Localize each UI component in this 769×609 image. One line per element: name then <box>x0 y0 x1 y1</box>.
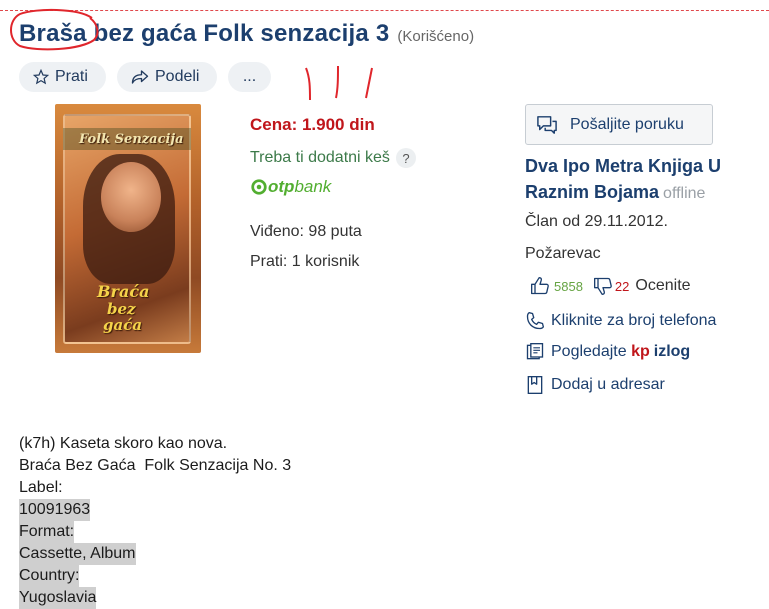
share-label: Podeli <box>155 68 200 85</box>
annotation-circle <box>10 8 99 51</box>
bookmark-icon <box>527 376 543 394</box>
follow-label: Prati <box>55 68 88 85</box>
share-icon <box>131 70 149 84</box>
otp-bank-logo[interactable]: otp bank <box>250 177 331 197</box>
positive-count[interactable]: 5858 <box>554 279 583 294</box>
share-button[interactable]: Podeli <box>117 62 217 92</box>
address-book-link[interactable]: Dodaj u adresar <box>525 375 665 395</box>
condition-badge: (Korišćeno) <box>397 28 475 45</box>
cash-link[interactable]: Treba ti dodatni keš <box>250 149 390 167</box>
seller-block: Dva Ipo Metra Knjiga U Raznim Bojama offl… <box>525 153 755 207</box>
cover-text-3: gaća <box>103 316 143 334</box>
negative-count[interactable]: 22 <box>615 279 629 294</box>
address-book-label: Dodaj u adresar <box>551 376 665 393</box>
description-line: Format: <box>19 521 75 543</box>
more-label: ... <box>242 68 257 85</box>
help-icon[interactable]: ? <box>395 148 416 168</box>
description-line: Braća Bez Gaća Folk Senzacija No. 3 <box>19 457 292 474</box>
description-line: Cassette, Album <box>19 543 136 565</box>
izlog-label: izlog <box>653 343 691 360</box>
description-line: Country: <box>19 565 80 587</box>
phone-link[interactable]: Kliknite za broj telefona <box>525 311 716 331</box>
showcase-link[interactable]: Pogledajte kp izlog <box>525 342 690 362</box>
storefront-icon <box>526 343 544 360</box>
thumbs-down-icon <box>593 277 612 295</box>
follow-button[interactable]: Prati <box>19 62 106 92</box>
phone-link-label: Kliknite za broj telefona <box>551 312 717 329</box>
send-message-label: Pošaljite poruku <box>570 115 684 133</box>
top-divider <box>0 10 769 11</box>
thumbs-up-icon <box>531 277 549 295</box>
description-line: Label: <box>19 479 63 496</box>
otp-logo-thin: bank <box>294 177 332 196</box>
phone-icon <box>526 312 544 330</box>
otp-logo-bold: otp <box>268 177 295 196</box>
chat-icon <box>537 115 557 134</box>
more-button[interactable]: ... <box>228 62 271 92</box>
description-line: 10091963 <box>19 499 91 521</box>
showcase-prefix: Pogledajte <box>551 343 627 360</box>
description: (k7h) Kaseta skoro kao nova. Braća Bez G… <box>19 433 291 609</box>
kp-logo: kp <box>631 343 650 360</box>
cover-title: Folk Senzacija <box>79 132 184 147</box>
star-icon <box>33 69 49 85</box>
cover-figure <box>101 162 161 232</box>
product-image[interactable]: Folk Senzacija Braća bez gaća <box>55 104 201 353</box>
seller-rating: 5858 22 Ocenite <box>530 276 691 296</box>
seller-status: offline <box>663 185 706 202</box>
send-message-button[interactable]: Pošaljite poruku <box>525 104 713 145</box>
followers-count: Prati: 1 korisnik <box>250 253 360 270</box>
views-count: Viđeno: 98 puta <box>250 223 362 240</box>
otp-logo-icon <box>251 179 267 195</box>
cover-text-1: Braća <box>97 282 150 301</box>
description-line: (k7h) Kaseta skoro kao nova. <box>19 435 228 452</box>
annotation-marks <box>305 65 373 101</box>
cash-row: Treba ti dodatni keš ? <box>250 148 416 168</box>
member-since: Član od 29.11.2012. <box>525 213 668 230</box>
price: Cena: 1.900 din <box>250 115 375 134</box>
seller-city: Požarevac <box>525 245 601 262</box>
rate-link[interactable]: Ocenite <box>635 277 690 295</box>
description-line: Yugoslavia <box>19 587 97 609</box>
